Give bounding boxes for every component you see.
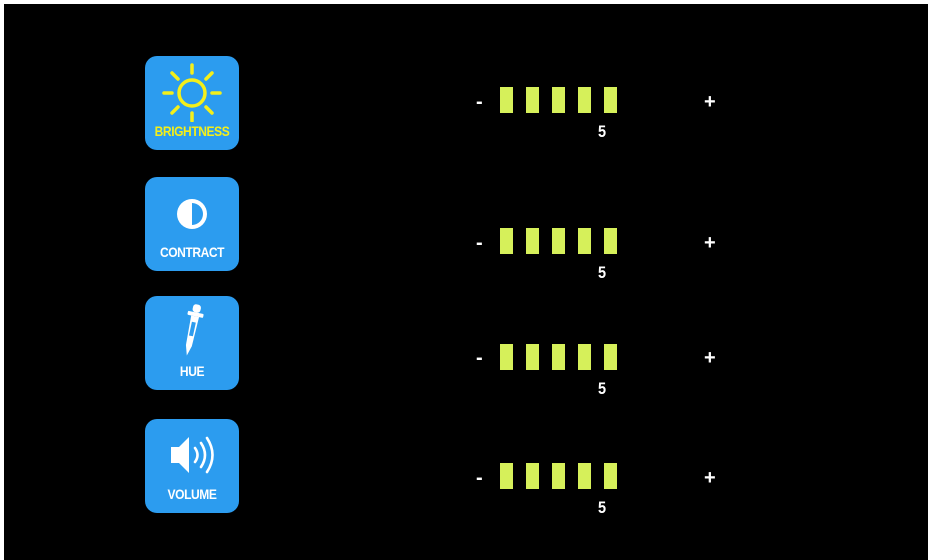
- brightness-row: BRIGHTNESS - 5 +: [4, 54, 928, 154]
- level-segment: [578, 87, 591, 113]
- brightness-tile[interactable]: BRIGHTNESS: [145, 56, 239, 150]
- volume-row: VOLUME - 5 +: [4, 417, 928, 517]
- level-segment: [604, 344, 617, 370]
- level-segment: [578, 228, 591, 254]
- level-segment: [604, 228, 617, 254]
- volume-level-bar[interactable]: [500, 463, 617, 489]
- volume-decrease-button[interactable]: -: [476, 468, 483, 488]
- contrast-level-bar[interactable]: [500, 228, 617, 254]
- contrast-row: CONTRACT - 5 +: [4, 174, 928, 281]
- contrast-value: 5: [597, 263, 607, 282]
- hue-tile[interactable]: HUE: [145, 296, 239, 390]
- contrast-label: CONTRACT: [159, 244, 225, 260]
- contrast-decrease-button[interactable]: -: [476, 233, 483, 253]
- sun-icon: [145, 56, 239, 126]
- level-segment: [526, 228, 539, 254]
- brightness-value: 5: [597, 122, 607, 141]
- hue-label: HUE: [179, 363, 205, 379]
- contrast-tile[interactable]: CONTRACT: [145, 177, 239, 271]
- contrast-increase-button[interactable]: +: [704, 233, 716, 253]
- osd-screen: BRIGHTNESS - 5 + CONTRACT - 5 + HUE - 5 …: [4, 4, 928, 560]
- hue-increase-button[interactable]: +: [704, 348, 716, 368]
- level-segment: [552, 228, 565, 254]
- brightness-increase-button[interactable]: +: [704, 92, 716, 112]
- hue-decrease-button[interactable]: -: [476, 348, 483, 368]
- level-segment: [500, 87, 513, 113]
- level-segment: [552, 87, 565, 113]
- level-segment: [578, 463, 591, 489]
- hue-level-bar[interactable]: [500, 344, 617, 370]
- volume-label: VOLUME: [167, 486, 217, 502]
- level-segment: [578, 344, 591, 370]
- hue-row: HUE - 5 +: [4, 295, 928, 398]
- volume-increase-button[interactable]: +: [704, 468, 716, 488]
- level-segment: [604, 463, 617, 489]
- level-segment: [552, 344, 565, 370]
- dropper-icon: [145, 296, 239, 366]
- level-segment: [552, 463, 565, 489]
- volume-value: 5: [597, 498, 607, 517]
- brightness-decrease-button[interactable]: -: [476, 92, 483, 112]
- level-segment: [604, 87, 617, 113]
- level-segment: [500, 344, 513, 370]
- contrast-icon: [145, 177, 239, 247]
- brightness-label: BRIGHTNESS: [154, 123, 230, 139]
- volume-tile[interactable]: VOLUME: [145, 419, 239, 513]
- brightness-level-bar[interactable]: [500, 87, 617, 113]
- level-segment: [526, 344, 539, 370]
- hue-value: 5: [597, 379, 607, 398]
- level-segment: [500, 463, 513, 489]
- speaker-icon: [145, 419, 239, 489]
- level-segment: [526, 463, 539, 489]
- level-segment: [500, 228, 513, 254]
- level-segment: [526, 87, 539, 113]
